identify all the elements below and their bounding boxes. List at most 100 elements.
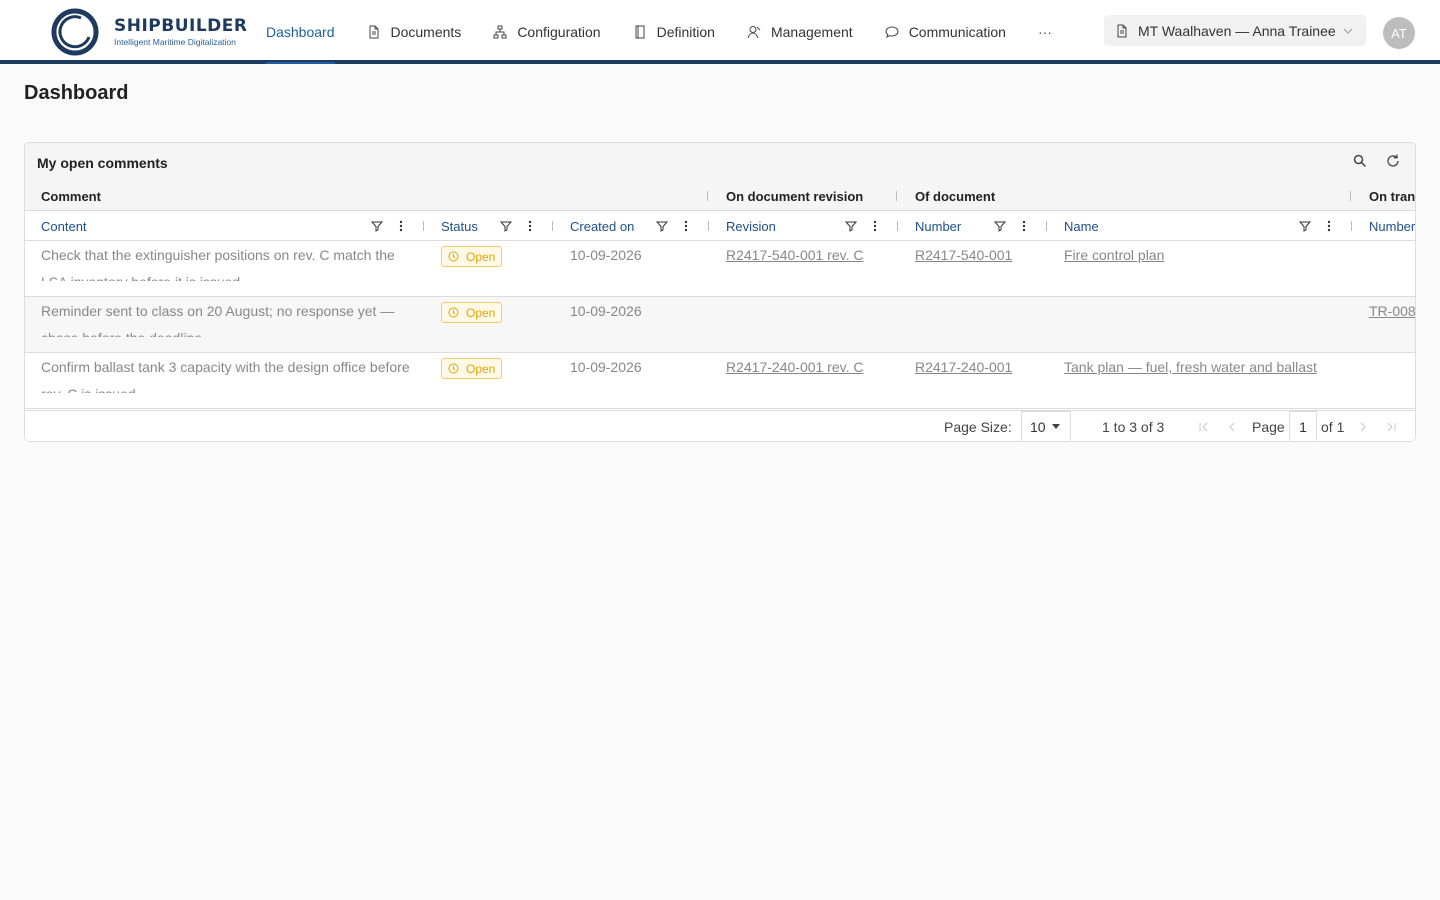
document-icon [1116, 24, 1128, 38]
column-menu-icon[interactable] [394, 219, 408, 233]
transmittal-number-link[interactable]: TR-008 [1369, 303, 1415, 319]
table-row[interactable]: Confirm ballast tank 3 capacity with the… [25, 353, 1415, 409]
table-row[interactable]: Check that the extinguisher positions on… [25, 241, 1415, 297]
user-avatar[interactable]: AT [1383, 17, 1415, 49]
nav-tab-label: Communication [908, 24, 1006, 40]
column-separator[interactable] [896, 191, 897, 201]
hierarchy-icon [493, 25, 507, 39]
nav-tab-label: Dashboard [266, 24, 335, 40]
group-header-transmittal: On tran [1369, 188, 1416, 204]
total-pages-text: of 1 [1321, 419, 1345, 435]
nav-tab-label: Documents [390, 24, 462, 40]
column-menu-icon[interactable] [868, 219, 882, 233]
filter-icon[interactable] [993, 219, 1007, 233]
project-selector-label: MT Waalhaven — Anna Trainee [1138, 22, 1336, 39]
chat-icon [885, 25, 899, 39]
pagination-bar: Page Size: 10 1 to 3 of 3 Page 1 of 1 [25, 410, 1415, 441]
user-icon [747, 25, 761, 39]
nav-tab-label: Definition [656, 24, 715, 40]
status-badge: Open [441, 358, 503, 379]
nav-tab-management[interactable]: Management [731, 0, 869, 64]
column-header-transmittal-number[interactable]: Number [1369, 211, 1415, 241]
page-size-select[interactable]: 10 [1021, 411, 1071, 441]
column-header-row: Content Status Created on Revision Numbe… [25, 211, 1415, 241]
status-badge: Open [441, 246, 503, 267]
column-separator[interactable] [552, 221, 553, 231]
document-number-link[interactable]: R2417-540-001 [915, 247, 1012, 263]
column-menu-icon[interactable] [523, 219, 537, 233]
column-header-revision[interactable]: Revision [726, 211, 816, 241]
panel-title: My open comments [37, 155, 168, 171]
page-label: Page [1252, 419, 1285, 435]
filter-icon[interactable] [844, 219, 858, 233]
clock-icon [448, 307, 459, 318]
status-text: Open [466, 361, 496, 376]
column-menu-icon[interactable] [1017, 219, 1031, 233]
document-icon [367, 25, 381, 39]
column-header-name[interactable]: Name [1064, 211, 1124, 241]
column-separator[interactable] [1046, 221, 1047, 231]
nav-tab-documents[interactable]: Documents [351, 0, 478, 64]
document-name-link[interactable]: Fire control plan [1064, 247, 1164, 263]
created-date: 10-09-2026 [570, 247, 642, 263]
nav-tab-label: Management [770, 24, 853, 40]
column-header-number[interactable]: Number [915, 211, 975, 241]
column-menu-icon[interactable] [679, 219, 693, 233]
logo-mark-icon [51, 8, 99, 56]
column-separator[interactable] [708, 221, 709, 231]
brand-name: SHIPBUILDER [114, 16, 248, 36]
column-separator[interactable] [423, 221, 424, 231]
panel-header: My open comments [25, 143, 1415, 181]
column-separator[interactable] [707, 191, 708, 201]
refresh-icon[interactable] [1385, 153, 1401, 169]
column-separator[interactable] [1351, 221, 1352, 231]
document-name-link[interactable]: Tank plan — fuel, fresh water and ballas… [1064, 359, 1317, 375]
created-date: 10-09-2026 [570, 359, 642, 375]
first-page-icon[interactable] [1197, 420, 1211, 434]
table-row[interactable]: Reminder sent to class on 20 August; no … [25, 297, 1415, 353]
grid-body: Check that the extinguisher positions on… [25, 241, 1415, 410]
search-icon[interactable] [1352, 153, 1368, 169]
current-page-input[interactable]: 1 [1289, 411, 1317, 441]
status-text: Open [466, 305, 496, 320]
filter-icon[interactable] [655, 219, 669, 233]
created-date: 10-09-2026 [570, 303, 642, 319]
app-logo[interactable]: SHIPBUILDER Intelligent Maritime Digital… [50, 7, 248, 57]
page-size-value: 10 [1030, 418, 1046, 435]
column-header-created-on[interactable]: Created on [570, 211, 660, 241]
nav-tab-dashboard[interactable]: Dashboard [250, 0, 351, 64]
filter-icon[interactable] [499, 219, 513, 233]
comment-content: Reminder sent to class on 20 August; no … [41, 303, 395, 337]
revision-link[interactable]: R2417-240-001 rev. C [726, 359, 863, 375]
book-icon [633, 25, 647, 39]
group-header-comment: Comment [41, 188, 101, 204]
document-number-link[interactable]: R2417-240-001 [915, 359, 1012, 375]
nav-tab-label: Configuration [517, 24, 601, 40]
comment-content: Confirm ballast tank 3 capacity with the… [41, 359, 410, 393]
status-badge: Open [441, 302, 503, 323]
row-range-text: 1 to 3 of 3 [1102, 419, 1165, 435]
caret-down-icon [1051, 424, 1060, 429]
nav-tab-configuration[interactable]: Configuration [477, 0, 616, 64]
group-header-document: Of document [915, 188, 996, 204]
filter-icon[interactable] [1298, 219, 1312, 233]
clock-icon [448, 251, 459, 262]
nav-tab-definition[interactable]: Definition [617, 0, 731, 64]
column-separator[interactable] [897, 221, 898, 231]
filter-icon[interactable] [370, 219, 384, 233]
column-group-header-row: Comment On document revision Of document… [25, 181, 1415, 211]
column-header-status[interactable]: Status [441, 211, 501, 241]
nav-tab-communication[interactable]: Communication [869, 0, 1022, 64]
group-header-revision: On document revision [726, 188, 864, 204]
column-separator[interactable] [1350, 191, 1351, 201]
column-header-content[interactable]: Content [41, 211, 241, 241]
page-size-label: Page Size: [944, 419, 1012, 435]
column-menu-icon[interactable] [1322, 219, 1336, 233]
next-page-icon[interactable] [1356, 420, 1370, 434]
comment-content: Check that the extinguisher positions on… [41, 247, 395, 281]
nav-more-button[interactable]: ··· [1022, 0, 1068, 64]
revision-link[interactable]: R2417-540-001 rev. C [726, 247, 863, 263]
project-selector[interactable]: MT Waalhaven — Anna Trainee [1104, 15, 1366, 46]
last-page-icon[interactable] [1384, 420, 1398, 434]
previous-page-icon[interactable] [1225, 420, 1239, 434]
